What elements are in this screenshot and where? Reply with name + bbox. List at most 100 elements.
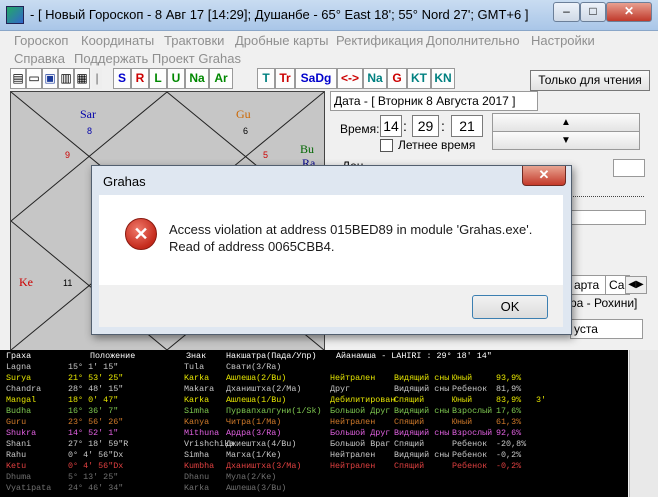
- menu-rectification[interactable]: Ректификация: [336, 33, 423, 48]
- cell-name: Vyatipata: [6, 483, 52, 493]
- cell-pos: 16° 36' 7": [68, 406, 119, 416]
- table-row[interactable]: Guru 23° 56' 26" Kanya Читра(1/Ma) Нейтрален…: [0, 417, 628, 428]
- window-title: - [ Новый Гороскоп - 8 Авг 17 [14:29]; Д…: [30, 7, 529, 22]
- cell-nak: Ашлеша(3/Bu): [226, 483, 287, 493]
- cell-pct: 93,9%: [496, 373, 522, 383]
- cell-dig: Большой Враг: [330, 439, 391, 449]
- table-row[interactable]: Shukra 14° 52' 1" Mithuna Ардра(3/Ra) Большо…: [0, 428, 628, 439]
- table-row[interactable]: Chandra 28° 48' 15" Makara Дхаништха(2/Ma) Д…: [0, 384, 628, 395]
- cell-state: Видящий сны: [394, 384, 450, 394]
- tab-date[interactable]: Дата - [ Вторник 8 Августа 2017 ]: [330, 91, 538, 111]
- tool-button-l[interactable]: L: [149, 68, 167, 89]
- table-row[interactable]: Budha 16° 36' 7" Simha Пурвапхалгуни(1/Sk) Б…: [0, 406, 628, 417]
- tool-button-tr[interactable]: Tr: [275, 68, 295, 89]
- maximize-button[interactable]: □: [580, 2, 606, 22]
- cell-pos: 0° 4' 56"Dx: [68, 461, 124, 471]
- hours-field[interactable]: 14: [380, 115, 402, 137]
- menu-help[interactable]: Справка: [14, 51, 65, 66]
- ok-button[interactable]: OK: [472, 295, 548, 319]
- tool-button-swap[interactable]: <->: [337, 68, 363, 89]
- menu-support[interactable]: Поддержать Проект Grahas: [74, 51, 241, 66]
- cell-sign: Karka: [184, 395, 210, 405]
- new-file-icon[interactable]: ▤: [10, 68, 26, 89]
- readonly-button[interactable]: Только для чтения: [530, 70, 650, 91]
- time-separator-icon: :: [441, 118, 445, 134]
- minimize-button[interactable]: –: [553, 2, 580, 22]
- menu-settings[interactable]: Настройки: [531, 33, 595, 48]
- tab-scroll-icon[interactable]: ◀▶: [625, 276, 647, 294]
- cell-sign: Kumbha: [184, 461, 215, 471]
- cell-pos: 24° 46' 34": [68, 483, 124, 493]
- cell-dig: Друг: [330, 384, 351, 394]
- tool-button-na2[interactable]: Na: [363, 68, 387, 89]
- error-dialog: Grahas ✕ ✕ Access violation at address 0…: [91, 165, 572, 335]
- tool-button-s[interactable]: S: [113, 68, 131, 89]
- planet-label-ketu: Ke: [19, 275, 33, 289]
- cell-name: Lagna: [6, 362, 32, 372]
- cell-sign: Simha: [184, 406, 210, 416]
- nakshatra-label: ра - Рохини]: [570, 296, 638, 310]
- spin-down-icon[interactable]: ▼: [492, 131, 640, 150]
- open-file-icon[interactable]: ▭: [26, 68, 42, 89]
- tool-button-sadg[interactable]: SaDg: [295, 68, 337, 89]
- table-scrollbar[interactable]: [629, 350, 658, 497]
- cell-name: Guru: [6, 417, 27, 427]
- cell-pct: 83,9%: [496, 395, 522, 405]
- print-icon[interactable]: ▥: [58, 68, 74, 89]
- tool-button-ar[interactable]: Ar: [209, 68, 233, 89]
- table-row[interactable]: Mangal 18° 0' 47" Karka Ашлеша(1/Bu) Дебилит…: [0, 395, 628, 406]
- table-row[interactable]: Dhuma 5° 13' 25" Dhanu Мула(2/Ke): [0, 472, 628, 483]
- cell-dig: Нейтрален: [330, 461, 376, 471]
- table-row[interactable]: Ketu 0° 4' 56"Dx Kumbha Дхаништха(3/Ma) Нейт…: [0, 461, 628, 472]
- tab-karta[interactable]: арта: [570, 275, 610, 295]
- menu-horoscope[interactable]: Гороскоп: [14, 33, 68, 48]
- table-row[interactable]: Surya 21° 53' 25" Karka Ашлеша(2/Bu) Нейтрал…: [0, 373, 628, 384]
- tool-button-r[interactable]: R: [131, 68, 149, 89]
- dialog-close-button[interactable]: ✕: [522, 166, 566, 186]
- slider-track[interactable]: [570, 196, 644, 207]
- cell-age: Юный: [452, 395, 473, 405]
- cell-name: Ketu: [6, 461, 27, 471]
- cell-pct: -0,2%: [496, 461, 522, 471]
- tool-button-kt[interactable]: KT: [407, 68, 431, 89]
- close-button[interactable]: ✕: [606, 2, 652, 22]
- menu-divisional-charts[interactable]: Дробные карты: [235, 33, 329, 48]
- menu-bar: Гороскоп Координаты Трактовки Дробные ка…: [10, 31, 650, 67]
- cell-age: Взрослый: [452, 406, 493, 416]
- cell-age: Юный: [452, 373, 473, 383]
- cell-sign: Makara: [184, 384, 215, 394]
- table-row[interactable]: Vyatipata 24° 46' 34" Karka Ашлеша(3/Bu): [0, 483, 628, 494]
- cell-pos: 27° 18' 59"R: [68, 439, 129, 449]
- save-icon[interactable]: ▣: [42, 68, 58, 89]
- summer-time-checkbox[interactable]: [380, 139, 393, 152]
- value-field[interactable]: [570, 210, 646, 225]
- cell-name: Budha: [6, 406, 32, 416]
- table-row[interactable]: Lagna 15° 1' 15" Tula Свати(3/Ra): [0, 362, 628, 373]
- day-field[interactable]: [613, 159, 645, 177]
- cell-pct: -0,2%: [496, 450, 522, 460]
- minutes-field[interactable]: 29: [412, 115, 439, 137]
- menu-coordinates[interactable]: Координаты: [81, 33, 154, 48]
- tool-button-kn[interactable]: KN: [431, 68, 455, 89]
- cell-pos: 28° 48' 15": [68, 384, 124, 394]
- menu-additional[interactable]: Дополнительно: [426, 33, 520, 48]
- menu-interpretations[interactable]: Трактовки: [164, 33, 224, 48]
- tool-button-g[interactable]: G: [387, 68, 407, 89]
- table-row[interactable]: Shani 27° 18' 59"R Vrishchika Джиештха(4/Bu…: [0, 439, 628, 450]
- dialog-body: ✕ Access violation at address 015BED89 i…: [99, 195, 563, 285]
- cell-dig: Нейтрален: [330, 417, 376, 427]
- tool-button-u[interactable]: U: [167, 68, 185, 89]
- cell-dig: Большой Друг: [330, 406, 391, 416]
- extra-field[interactable]: уста: [570, 319, 643, 339]
- cell-age: Ребенок: [452, 450, 488, 460]
- table-row[interactable]: Rahu 0° 4' 56"Dx Simha Магха(1/Ke) Нейтрален…: [0, 450, 628, 461]
- seconds-field[interactable]: 21: [451, 115, 483, 137]
- settings-icon[interactable]: ▦: [74, 68, 90, 89]
- house-number: 9: [65, 150, 71, 160]
- spin-up-icon[interactable]: ▲: [492, 113, 640, 132]
- tool-button-t[interactable]: T: [257, 68, 275, 89]
- cell-pct: 81,9%: [496, 384, 522, 394]
- cell-dig: Нейтрален: [330, 373, 376, 383]
- cell-state: Видящий сны: [394, 450, 450, 460]
- tool-button-na[interactable]: Na: [185, 68, 209, 89]
